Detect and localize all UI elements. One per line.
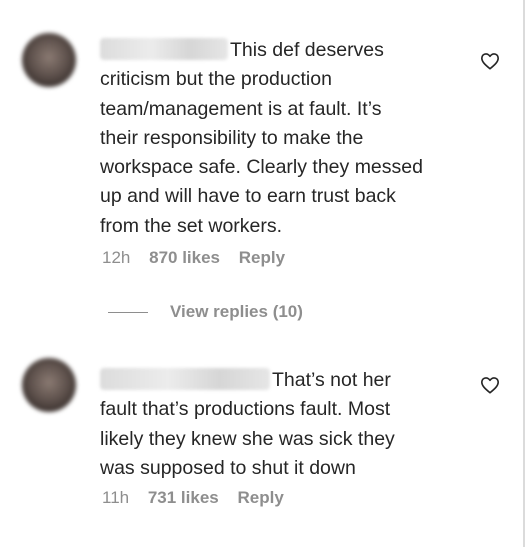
avatar[interactable] — [22, 33, 76, 87]
reply-button[interactable]: Reply — [239, 248, 285, 268]
comment-text-line: criticism but the production — [100, 68, 332, 91]
username-blurred[interactable] — [100, 38, 228, 60]
likes-count[interactable]: 870 likes — [149, 248, 220, 268]
comment-text-line: team/management is at fault. It’s — [100, 97, 382, 120]
heart-icon[interactable] — [480, 52, 500, 70]
heart-icon[interactable] — [480, 376, 500, 394]
comment-time[interactable]: 12h — [102, 248, 130, 268]
comment-text-line: fault that’s productions fault. Most — [100, 398, 391, 421]
comment-text-line: up and will have to earn trust back — [100, 185, 396, 208]
likes-count[interactable]: 731 likes — [148, 488, 219, 508]
comment-text-line: from the set workers. — [100, 214, 283, 237]
username-blurred[interactable] — [100, 368, 270, 390]
comment-body: This def deserves criticism but the prod… — [100, 36, 475, 241]
comment-text-line: their responsibility to make the — [100, 126, 364, 149]
view-replies-button[interactable]: View replies (10) — [108, 302, 303, 322]
view-replies-label: View replies (10) — [170, 302, 303, 321]
comment-text-line: workspace safe. Clearly they messed — [100, 156, 423, 179]
comment-body: That’s not her fault that’s productions … — [100, 366, 475, 483]
reply-button[interactable]: Reply — [237, 488, 283, 508]
comment-text-line: likely they knew she was sick they — [100, 427, 395, 450]
comment-text-line: This def deserves — [230, 39, 384, 61]
avatar[interactable] — [22, 358, 76, 412]
divider-line — [108, 312, 148, 314]
comment-time[interactable]: 11h — [102, 488, 129, 508]
comment-text-line: That’s not her — [272, 369, 391, 391]
comment-meta: 11h 731 likes Reply — [102, 488, 284, 508]
comment-text-line: was supposed to shut it down — [100, 456, 356, 479]
comment-meta: 12h 870 likes Reply — [102, 248, 285, 268]
